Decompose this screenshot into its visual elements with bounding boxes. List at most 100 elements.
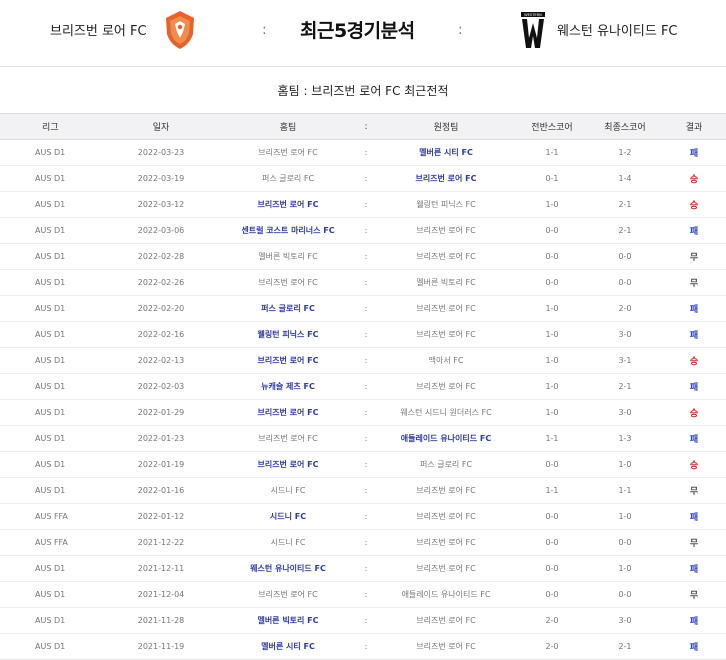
table-row[interactable]: AUS D1 2022-03-19 퍼스 글로리 FC: 브리즈번 로어 FC 0-1 1… — [0, 165, 726, 192]
half-score-cell: 0-0 — [516, 581, 588, 608]
table-row[interactable]: AUS D1 2022-03-12 브리즈번 로어 FC: 웰링턴 피닉스 FC 1-0… — [0, 191, 726, 218]
table-row[interactable]: AUS D1 2022-02-26 브리즈번 로어 FC: 멜버른 빅토리 FC 0-0… — [0, 269, 726, 296]
table-header-row: 리그 일자 홈팀 : 원정팀 전반스코어 최종스코어 결과 — [0, 113, 726, 140]
final-score-cell: 2-1 — [588, 217, 662, 244]
half-score-cell: 1-0 — [516, 191, 588, 218]
table-row[interactable]: AUS D1 2021-11-28 멜버른 빅토리 FC: 브리즈번 로어 FC 2-0… — [0, 607, 726, 634]
home-team-cell[interactable]: 센트럴 코스트 마리너스 FC — [220, 217, 356, 244]
table-row[interactable]: AUS D1 2021-12-04 브리즈번 로어 FC: 애들레이드 유나이티드 F… — [0, 581, 726, 608]
date-cell: 2022-02-28 — [102, 243, 220, 270]
home-team-cell[interactable]: 브리즈번 로어 FC — [220, 347, 356, 374]
table-row[interactable]: AUS D1 2022-01-19 브리즈번 로어 FC: 퍼스 글로리 FC 0-0 1… — [0, 451, 726, 478]
table-row[interactable]: AUS FFA 2022-01-12 시드니 FC: 브리즈번 로어 FC 0-0 1-0… — [0, 503, 726, 530]
final-score-cell: 3-0 — [588, 399, 662, 426]
final-score-cell: 3-1 — [588, 347, 662, 374]
away-team-cell[interactable]: 브리즈번 로어 FC — [376, 295, 516, 322]
header-separator-right: : — [458, 22, 463, 38]
table-row[interactable]: AUS D1 2022-02-28 멜버른 빅토리 FC: 브리즈번 로어 FC 0-0… — [0, 243, 726, 270]
table-row[interactable]: AUS D1 2021-11-19 멜버른 시티 FC: 브리즈번 로어 FC 2-0 2… — [0, 633, 726, 660]
result-cell: 패 — [662, 139, 726, 166]
home-team-cell[interactable]: 브리즈번 로어 FC — [220, 399, 356, 426]
away-team-cell[interactable]: 멜버른 시티 FC — [376, 139, 516, 166]
away-team-cell[interactable]: 웰링턴 피닉스 FC — [376, 191, 516, 218]
away-team-cell[interactable]: 브리즈번 로어 FC — [376, 555, 516, 582]
away-team-cell[interactable]: 브리즈번 로어 FC — [376, 633, 516, 660]
away-team-cell[interactable]: 퍼스 글로리 FC — [376, 451, 516, 478]
away-team-cell[interactable]: 브리즈번 로어 FC — [376, 503, 516, 530]
home-team-cell[interactable]: 멜버른 빅토리 FC — [220, 243, 356, 270]
final-score-cell: 2-1 — [588, 191, 662, 218]
away-team-cell[interactable]: 애들레이드 유나이티드 FC — [376, 425, 516, 452]
away-team-cell[interactable]: 브리즈번 로어 FC — [376, 529, 516, 556]
league-cell: AUS D1 — [0, 581, 102, 608]
home-team-cell[interactable]: 브리즈번 로어 FC — [220, 139, 356, 166]
home-team-cell[interactable]: 시드니 FC — [220, 529, 356, 556]
away-team-name[interactable]: 웨스턴 유나이티드 FC — [557, 20, 678, 39]
home-team-cell[interactable]: 브리즈번 로어 FC — [220, 269, 356, 296]
final-score-cell: 1-3 — [588, 425, 662, 452]
home-team-cell[interactable]: 멜버른 빅토리 FC — [220, 607, 356, 634]
home-team-cell[interactable]: 멜버른 시티 FC — [220, 633, 356, 660]
result-cell: 무 — [662, 269, 726, 296]
half-score-cell: 1-0 — [516, 347, 588, 374]
home-team-cell[interactable]: 퍼스 글로리 FC — [220, 295, 356, 322]
separator-cell: : — [356, 581, 376, 608]
away-team-cell[interactable]: 브리즈번 로어 FC — [376, 373, 516, 400]
away-team-cell[interactable]: 브리즈번 로어 FC — [376, 321, 516, 348]
final-score-cell: 1-0 — [588, 451, 662, 478]
date-cell: 2021-12-04 — [102, 581, 220, 608]
away-team-logo-icon[interactable]: WESTERN — [521, 12, 545, 50]
table-row[interactable]: AUS D1 2022-02-16 웰링턴 피닉스 FC: 브리즈번 로어 FC 1-0… — [0, 321, 726, 348]
home-team-cell[interactable]: 웰링턴 피닉스 FC — [220, 321, 356, 348]
half-score-cell: 1-0 — [516, 399, 588, 426]
away-team-cell[interactable]: 브리즈번 로어 FC — [376, 243, 516, 270]
home-team-cell[interactable]: 뉴캐슬 제츠 FC — [220, 373, 356, 400]
home-team-cell[interactable]: 웨스턴 유나이티드 FC — [220, 555, 356, 582]
away-team-cell[interactable]: 브리즈번 로어 FC — [376, 165, 516, 192]
date-cell: 2022-01-23 — [102, 425, 220, 452]
away-team-cell[interactable]: 맥아서 FC — [376, 347, 516, 374]
away-team-cell[interactable]: 웨스턴 시드니 원더러스 FC — [376, 399, 516, 426]
half-score-cell: 0-0 — [516, 503, 588, 530]
table-row[interactable]: AUS D1 2022-03-23 브리즈번 로어 FC: 멜버른 시티 FC 1-1 1… — [0, 139, 726, 166]
table-row[interactable]: AUS D1 2022-03-06 센트럴 코스트 마리너스 FC: 브리즈번 로어 … — [0, 217, 726, 244]
table-row[interactable]: AUS D1 2022-01-29 브리즈번 로어 FC: 웨스턴 시드니 원더러스 … — [0, 399, 726, 426]
table-row[interactable]: AUS D1 2022-02-03 뉴캐슬 제츠 FC: 브리즈번 로어 FC 1-0 2… — [0, 373, 726, 400]
league-cell: AUS D1 — [0, 321, 102, 348]
home-team-cell[interactable]: 시드니 FC — [220, 477, 356, 504]
half-score-cell: 0-0 — [516, 555, 588, 582]
home-team-cell[interactable]: 브리즈번 로어 FC — [220, 191, 356, 218]
table-row[interactable]: AUS D1 2022-02-13 브리즈번 로어 FC: 맥아서 FC 1-0 3-1 승 — [0, 347, 726, 374]
separator-cell: : — [356, 295, 376, 322]
separator-cell: : — [356, 477, 376, 504]
header-home-team: 홈팀 — [220, 113, 356, 140]
final-score-cell: 3-0 — [588, 607, 662, 634]
home-team-cell[interactable]: 브리즈번 로어 FC — [220, 425, 356, 452]
result-cell: 승 — [662, 165, 726, 192]
result-cell: 패 — [662, 217, 726, 244]
home-team-name[interactable]: 브리즈번 로어 FC — [50, 20, 147, 39]
home-team-cell[interactable]: 시드니 FC — [220, 503, 356, 530]
half-score-cell: 0-0 — [516, 529, 588, 556]
final-score-cell: 3-0 — [588, 321, 662, 348]
away-team-cell[interactable]: 브리즈번 로어 FC — [376, 217, 516, 244]
table-row[interactable]: AUS D1 2022-02-20 퍼스 글로리 FC: 브리즈번 로어 FC 1-0 2… — [0, 295, 726, 322]
away-team-cell[interactable]: 브리즈번 로어 FC — [376, 607, 516, 634]
table-row[interactable]: AUS FFA 2021-12-22 시드니 FC: 브리즈번 로어 FC 0-0 0-0… — [0, 529, 726, 556]
away-team-cell[interactable]: 애들레이드 유나이티드 FC — [376, 581, 516, 608]
away-team-cell[interactable]: 브리즈번 로어 FC — [376, 477, 516, 504]
date-cell: 2022-03-06 — [102, 217, 220, 244]
table-row[interactable]: AUS D1 2022-01-23 브리즈번 로어 FC: 애들레이드 유나이티드 F… — [0, 425, 726, 452]
home-team-cell[interactable]: 퍼스 글로리 FC — [220, 165, 356, 192]
result-cell: 승 — [662, 399, 726, 426]
match-rows: AUS D1 2022-03-23 브리즈번 로어 FC: 멜버른 시티 FC 1-1 1… — [0, 139, 726, 660]
table-row[interactable]: AUS D1 2021-12-11 웨스턴 유나이티드 FC: 브리즈번 로어 FC 0… — [0, 555, 726, 582]
result-cell: 패 — [662, 607, 726, 634]
league-cell: AUS D1 — [0, 451, 102, 478]
home-team-cell[interactable]: 브리즈번 로어 FC — [220, 451, 356, 478]
header-away-team: 원정팀 — [376, 113, 516, 140]
table-row[interactable]: AUS D1 2022-01-16 시드니 FC: 브리즈번 로어 FC 1-1 1-1 무 — [0, 477, 726, 504]
away-team-cell[interactable]: 멜버른 빅토리 FC — [376, 269, 516, 296]
home-team-logo-icon[interactable] — [164, 10, 196, 50]
home-team-cell[interactable]: 브리즈번 로어 FC — [220, 581, 356, 608]
